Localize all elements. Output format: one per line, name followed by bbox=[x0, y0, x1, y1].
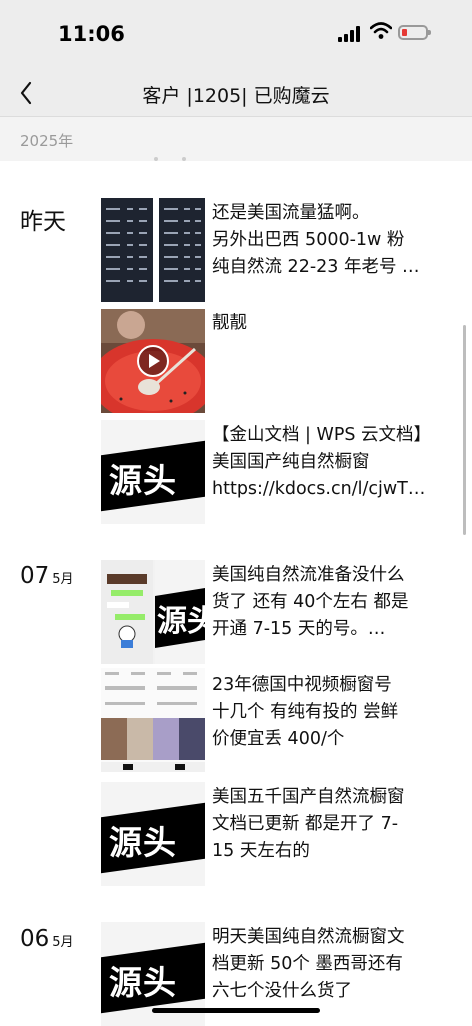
caption-line: 美国国产纯自然橱窗 bbox=[212, 452, 370, 472]
date-month: 5月 bbox=[52, 935, 74, 950]
caption-line: 【金山文档 | WPS 云文档】 bbox=[212, 425, 432, 445]
divider-dots bbox=[154, 157, 186, 161]
status-bar: 11:06 bbox=[0, 0, 472, 70]
post-caption[interactable]: 明天美国纯自然流橱窗文 档更新 50个 墨西哥还有 六七个没什么货了 bbox=[212, 924, 440, 1005]
date-day: 昨天 bbox=[20, 209, 66, 235]
date-label-may-06: 06 5月 bbox=[20, 926, 74, 952]
caption-line: 另外出巴西 5000-1w 粉 bbox=[212, 230, 405, 250]
caption-line: 货了 还有 40个左右 都是 bbox=[212, 592, 409, 612]
caption-line: https://kdocs.cn/l/cjwT… bbox=[212, 479, 426, 499]
post-thumbnail-profiles[interactable] bbox=[101, 668, 205, 772]
post-thumbnail-spreadsheets[interactable] bbox=[101, 198, 205, 302]
caption-line: 15 天左右的 bbox=[212, 841, 310, 861]
caption-line: 靓靓 bbox=[212, 313, 247, 333]
date-day: 07 bbox=[20, 563, 50, 589]
caption-line: 十几个 有纯有投的 尝鲜 bbox=[212, 702, 399, 722]
caption-line: 六七个没什么货了 bbox=[212, 981, 352, 1001]
profile-screenshots-image bbox=[101, 668, 205, 772]
caption-line: 美国纯自然流准备没什么 bbox=[212, 565, 405, 585]
date-label-may-07: 07 5月 bbox=[20, 563, 74, 589]
caption-line: 明天美国纯自然流橱窗文 bbox=[212, 927, 405, 947]
battery-icon bbox=[398, 25, 431, 40]
logo-text: 源头 bbox=[109, 963, 177, 1002]
scrollbar[interactable] bbox=[463, 325, 466, 535]
post-caption[interactable]: 还是美国流量猛啊。 另外出巴西 5000-1w 粉 纯自然流 22-23 年老号… bbox=[212, 200, 440, 281]
year-label: 2025年 bbox=[20, 132, 74, 150]
caption-line: 开通 7-15 天的号。… bbox=[212, 619, 386, 639]
post-caption[interactable]: 23年德国中视频橱窗号 十几个 有纯有投的 尝鲜 价便宜丢 400/个 bbox=[212, 672, 440, 753]
caption-line: 还是美国流量猛啊。 bbox=[212, 203, 370, 223]
wifi-icon bbox=[370, 22, 392, 39]
navigation-bar: 客户 |1205| 已购魔云 bbox=[0, 70, 472, 117]
cellular-signal-icon bbox=[338, 26, 362, 42]
caption-line: 23年德国中视频橱窗号 bbox=[212, 675, 392, 695]
play-icon bbox=[137, 345, 169, 377]
logo-text: 源头 bbox=[109, 823, 177, 862]
caption-line: 美国五千国产自然流橱窗 bbox=[212, 787, 405, 807]
date-month: 5月 bbox=[52, 572, 74, 587]
date-label-yesterday: 昨天 bbox=[20, 202, 66, 236]
logo-text: 源头 bbox=[157, 604, 205, 639]
caption-line: 价便宜丢 400/个 bbox=[212, 729, 345, 749]
home-indicator[interactable] bbox=[152, 1008, 320, 1013]
status-time: 11:06 bbox=[58, 22, 125, 46]
post-caption[interactable]: 【金山文档 | WPS 云文档】 美国国产纯自然橱窗 https://kdocs… bbox=[212, 422, 440, 503]
post-caption[interactable]: 美国五千国产自然流橱窗 文档已更新 都是开了 7- 15 天左右的 bbox=[212, 784, 440, 865]
post-thumbnail-chat[interactable]: 源头 bbox=[101, 560, 205, 664]
post-caption[interactable]: 靓靓 bbox=[212, 310, 440, 337]
year-header: 2025年 bbox=[0, 117, 472, 161]
caption-line: 文档已更新 都是开了 7- bbox=[212, 814, 399, 834]
date-day: 06 bbox=[20, 926, 50, 952]
post-thumbnail-logo[interactable]: 源头 bbox=[101, 420, 205, 524]
spreadsheet-screenshots-image bbox=[101, 198, 205, 302]
caption-line: 档更新 50个 墨西哥还有 bbox=[212, 954, 403, 974]
page-title: 客户 |1205| 已购魔云 bbox=[142, 85, 330, 107]
caption-line: 纯自然流 22-23 年老号 … bbox=[212, 257, 420, 277]
post-thumbnail-video[interactable] bbox=[101, 309, 205, 413]
post-caption[interactable]: 美国纯自然流准备没什么 货了 还有 40个左右 都是 开通 7-15 天的号。… bbox=[212, 562, 440, 643]
post-thumbnail-logo[interactable]: 源头 bbox=[101, 782, 205, 886]
logo-text: 源头 bbox=[109, 461, 177, 500]
